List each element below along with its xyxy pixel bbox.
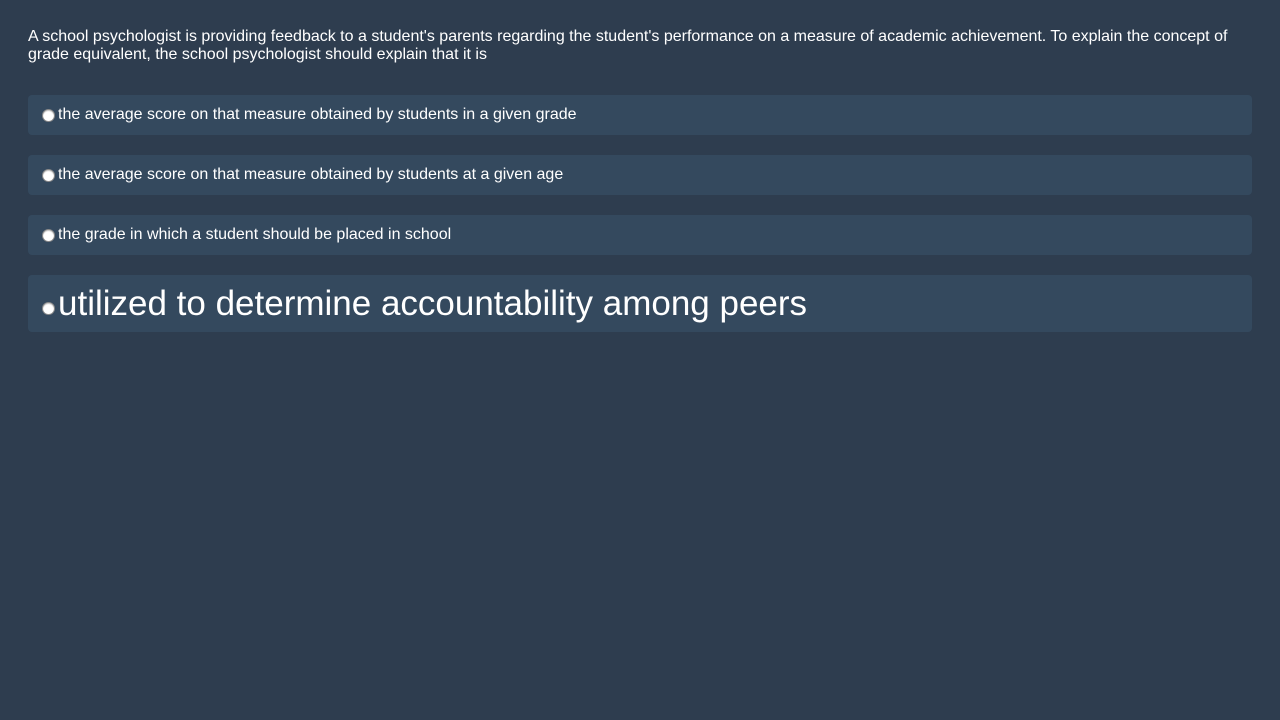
answer-label-c: the grade in which a student should be p… xyxy=(58,226,452,243)
radio-button-c[interactable] xyxy=(42,228,55,242)
answer-option-b[interactable]: the average score on that measure obtain… xyxy=(28,155,1252,195)
answer-label-b: the average score on that measure obtain… xyxy=(58,166,564,183)
answer-option-d[interactable]: utilized to determine accountability amo… xyxy=(28,275,1252,332)
answer-label-a: the average score on that measure obtain… xyxy=(58,106,577,123)
radio-button-d[interactable] xyxy=(42,302,55,315)
quiz-page: A school psychologist is providing feedb… xyxy=(0,0,1280,332)
radio-button-b[interactable] xyxy=(42,168,55,182)
radio-button-a[interactable] xyxy=(42,108,55,122)
answer-label-d: utilized to determine accountability amo… xyxy=(58,283,808,323)
answer-options: the average score on that measure obtain… xyxy=(28,95,1252,332)
answer-option-c[interactable]: the grade in which a student should be p… xyxy=(28,215,1252,255)
question-text: A school psychologist is providing feedb… xyxy=(28,28,1228,63)
answer-option-a[interactable]: the average score on that measure obtain… xyxy=(28,95,1252,135)
